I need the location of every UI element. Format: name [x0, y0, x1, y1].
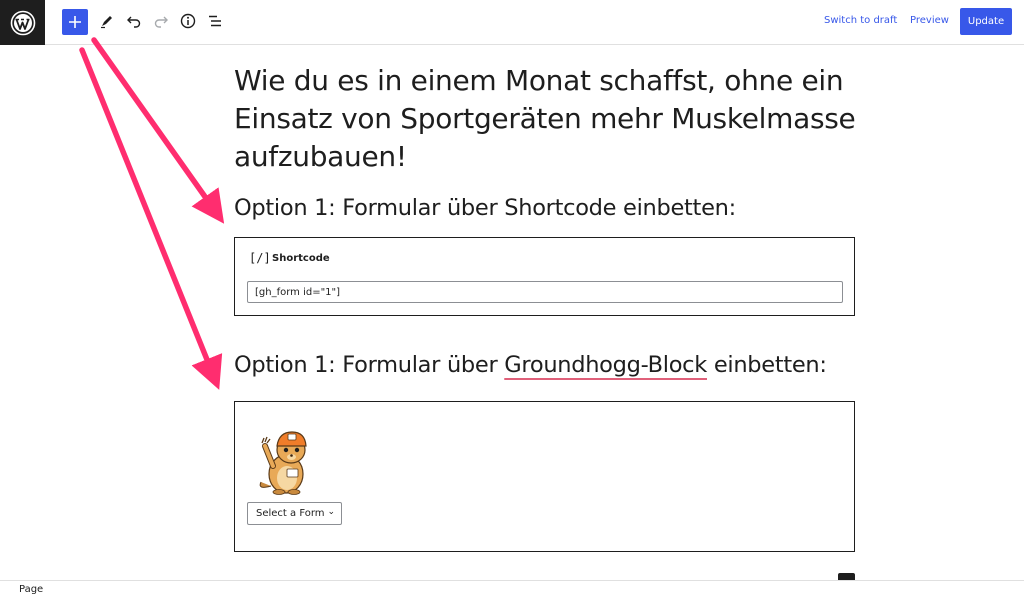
plus-icon: [69, 16, 81, 28]
shortcode-label: Shortcode: [272, 253, 330, 264]
update-button[interactable]: Update: [960, 8, 1012, 35]
undo-icon: [127, 16, 141, 28]
form-select-label: Select a Form: [256, 508, 325, 519]
arrow-to-groundhogg-heading: [79, 47, 223, 390]
heading-groundhogg-prefix: Option 1: Formular über: [234, 352, 505, 378]
undo-button[interactable]: [121, 8, 147, 34]
arrow-to-shortcode-heading: [91, 37, 225, 224]
switch-to-draft-button[interactable]: Switch to draft: [824, 15, 897, 26]
redo-icon: [154, 16, 168, 28]
tools-button[interactable]: [94, 8, 120, 34]
breadcrumb[interactable]: Page: [19, 584, 43, 595]
list-view-icon: [209, 15, 221, 27]
groundhog-mascot-icon: [259, 431, 307, 495]
heading-groundhogg[interactable]: Option 1: Formular über Groundhogg-Block…: [234, 350, 827, 380]
shortcode-input[interactable]: [gh_form id="1"]: [247, 281, 843, 303]
spellcheck-word: Groundhogg-Block: [504, 352, 707, 378]
heading-groundhogg-suffix: einbetten:: [707, 352, 827, 378]
groundhogg-form-block[interactable]: Select a Form ⌄: [234, 401, 855, 552]
preview-button[interactable]: Preview: [910, 15, 949, 26]
list-view-button[interactable]: [202, 8, 228, 34]
editor-footer: Page: [0, 580, 1024, 597]
details-button[interactable]: [175, 8, 201, 34]
form-select[interactable]: Select a Form ⌄: [247, 502, 342, 525]
info-icon: [180, 13, 196, 29]
editor-toolbar: Switch to draft Preview Update: [0, 0, 1024, 45]
wordpress-logo-icon[interactable]: [0, 0, 45, 45]
shortcode-icon: [/]: [249, 251, 271, 265]
post-title[interactable]: Wie du es in einem Monat schaffst, ohne …: [234, 62, 874, 176]
redo-button[interactable]: [148, 8, 174, 34]
add-block-button[interactable]: [62, 9, 88, 35]
heading-shortcode[interactable]: Option 1: Formular über Shortcode einbet…: [234, 193, 736, 223]
pencil-icon: [101, 16, 112, 29]
shortcode-block[interactable]: [/] Shortcode [gh_form id="1"]: [234, 237, 855, 316]
chevron-down-icon: ⌄: [327, 507, 335, 517]
